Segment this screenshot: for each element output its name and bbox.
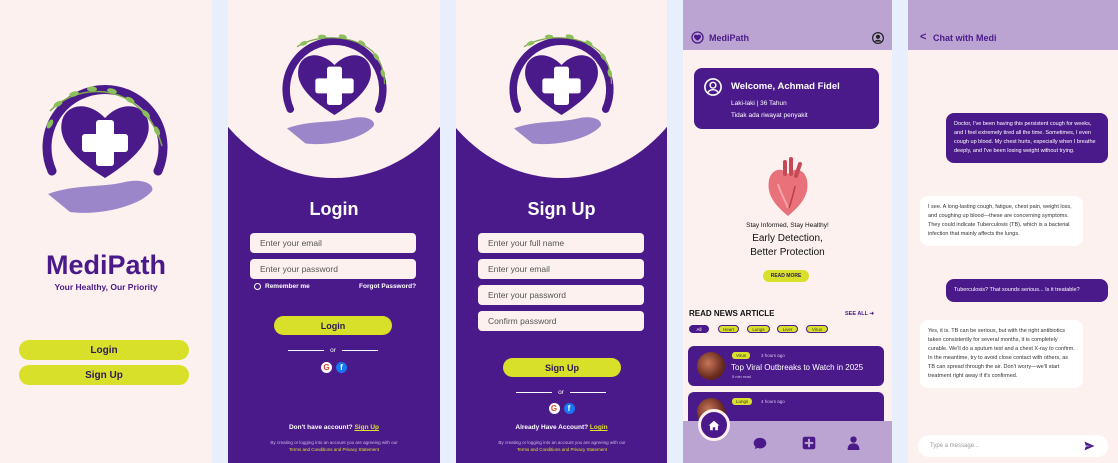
back-arrow-icon[interactable]: <: [920, 31, 926, 43]
email-field[interactable]: Enter your email: [478, 259, 644, 279]
or-divider: or: [288, 347, 378, 354]
medical-history: Tidak ada riwayat penyakit: [731, 112, 808, 119]
medipath-logo: [272, 30, 397, 155]
facebook-icon[interactable]: f: [563, 403, 575, 414]
medipath-logo: [499, 30, 624, 155]
article-tag: Lungs: [732, 398, 753, 405]
social-signup: G f: [456, 403, 667, 414]
welcome-name: Welcome, Achmad Fidel: [731, 81, 840, 92]
signup-prompt: Don't have account? Sign Up: [288, 424, 380, 431]
message-user: Tuberculosis? That sounds serious... Is …: [946, 279, 1108, 302]
remember-me-checkbox[interactable]: Remember me: [254, 283, 310, 290]
article-time: 3 hours ago: [761, 353, 785, 358]
login-link[interactable]: Login: [590, 424, 608, 431]
filter-chip-lungs[interactable]: Lungs: [747, 325, 770, 333]
signup-button[interactable]: Sign Up: [19, 365, 189, 385]
article-title: Top Viral Outbreaks to Watch in 2025: [731, 363, 864, 372]
welcome-card: Welcome, Achmad Fidel Laki-laki | 36 Tah…: [694, 68, 879, 129]
social-login: G f: [228, 362, 440, 373]
section-title: READ NEWS ARTICLE: [689, 309, 775, 318]
terms-link[interactable]: Terms and Conditions and Privacy Stateme…: [248, 446, 420, 453]
see-all-link[interactable]: SEE ALL ➜: [845, 311, 874, 317]
splash-screen: MediPath Your Healthy, Our Priority Logi…: [0, 0, 212, 463]
article-tag: Virus: [732, 352, 751, 359]
profile-info: Laki-laki | 36 Tahun: [731, 100, 787, 107]
message-bot: I see. A long-lasting cough, fatigue, ch…: [920, 196, 1083, 246]
message-input[interactable]: Type a message...: [918, 435, 1108, 457]
message-user: Doctor, I've been having this persistent…: [946, 113, 1108, 163]
promo-caption: Stay Informed, Stay Healthy!: [746, 222, 829, 229]
account-icon[interactable]: [872, 32, 884, 44]
medical-cross-icon[interactable]: [802, 436, 816, 450]
send-icon[interactable]: [1084, 441, 1095, 451]
login-screen: Login Enter your email Enter your passwo…: [228, 0, 440, 463]
logo-icon: [691, 31, 704, 44]
google-icon[interactable]: G: [548, 403, 560, 414]
login-button[interactable]: Login: [19, 340, 189, 360]
email-field[interactable]: Enter your email: [250, 233, 416, 253]
article-thumbnail: [697, 352, 725, 380]
heart-illustration: [768, 157, 808, 216]
password-field[interactable]: Enter your password: [478, 285, 644, 305]
user-icon: [704, 78, 722, 96]
signup-link[interactable]: Sign Up: [354, 424, 379, 431]
medipath-logo: [30, 76, 180, 221]
or-divider: or: [516, 389, 606, 396]
login-prompt: Already Have Account? Login: [515, 424, 608, 431]
radio-icon: [254, 283, 261, 290]
article-read-time: 5 min read: [732, 374, 751, 379]
login-submit-button[interactable]: Login: [274, 316, 392, 335]
news-card[interactable]: Virus 3 hours ago Top Viral Outbreaks to…: [688, 346, 884, 386]
chat-screen: < Chat with Medi Doctor, I've been havin…: [908, 0, 1118, 463]
filter-chip-liver[interactable]: Liver: [777, 325, 798, 333]
read-more-button[interactable]: READ MORE: [763, 270, 809, 282]
facebook-icon[interactable]: f: [336, 362, 347, 373]
chat-header: < Chat with Medi: [908, 0, 1118, 50]
chat-title: Chat with Medi: [933, 33, 997, 43]
terms-notice: By creating or logging into an account y…: [248, 439, 420, 453]
fullname-field[interactable]: Enter your full name: [478, 233, 644, 253]
page-title: Login: [309, 199, 359, 219]
promo-headline-1: Early Detection,: [752, 233, 823, 244]
tagline: Your Healthy, Our Priority: [54, 282, 158, 292]
app-name: MediPath: [45, 250, 166, 280]
password-field[interactable]: Enter your password: [250, 259, 416, 279]
home-screen: MediPath Welcome, Achmad Fidel Laki-laki…: [683, 0, 892, 463]
page-title: Sign Up: [527, 199, 596, 219]
message-bot: Yes, it is. TB can be serious, but with …: [920, 320, 1083, 388]
filter-chip-all[interactable]: All: [689, 325, 709, 333]
app-title: MediPath: [709, 33, 750, 43]
app-bar: MediPath: [683, 0, 892, 50]
arrow-right-icon: ➜: [869, 311, 875, 317]
forgot-password-link[interactable]: Forgot Password?: [359, 283, 416, 290]
chat-icon[interactable]: [753, 437, 767, 450]
filter-chip-heart[interactable]: Heart: [718, 325, 739, 333]
signup-submit-button[interactable]: Sign Up: [503, 358, 621, 377]
confirm-password-field[interactable]: Confirm password: [478, 311, 644, 331]
terms-notice: By creating or logging into an account y…: [476, 439, 648, 453]
google-icon[interactable]: G: [321, 362, 332, 373]
home-nav-button[interactable]: [698, 409, 730, 441]
signup-screen: Sign Up Enter your full name Enter your …: [456, 0, 667, 463]
home-icon: [708, 420, 720, 430]
article-time: 4 hours ago: [761, 399, 785, 404]
terms-link[interactable]: Terms and Conditions and Privacy Stateme…: [476, 446, 648, 453]
filter-chip-virus[interactable]: Virus: [806, 325, 828, 333]
promo-headline-2: Better Protection: [750, 247, 825, 258]
remember-me-label: Remember me: [265, 283, 310, 290]
profile-icon[interactable]: [847, 436, 860, 450]
